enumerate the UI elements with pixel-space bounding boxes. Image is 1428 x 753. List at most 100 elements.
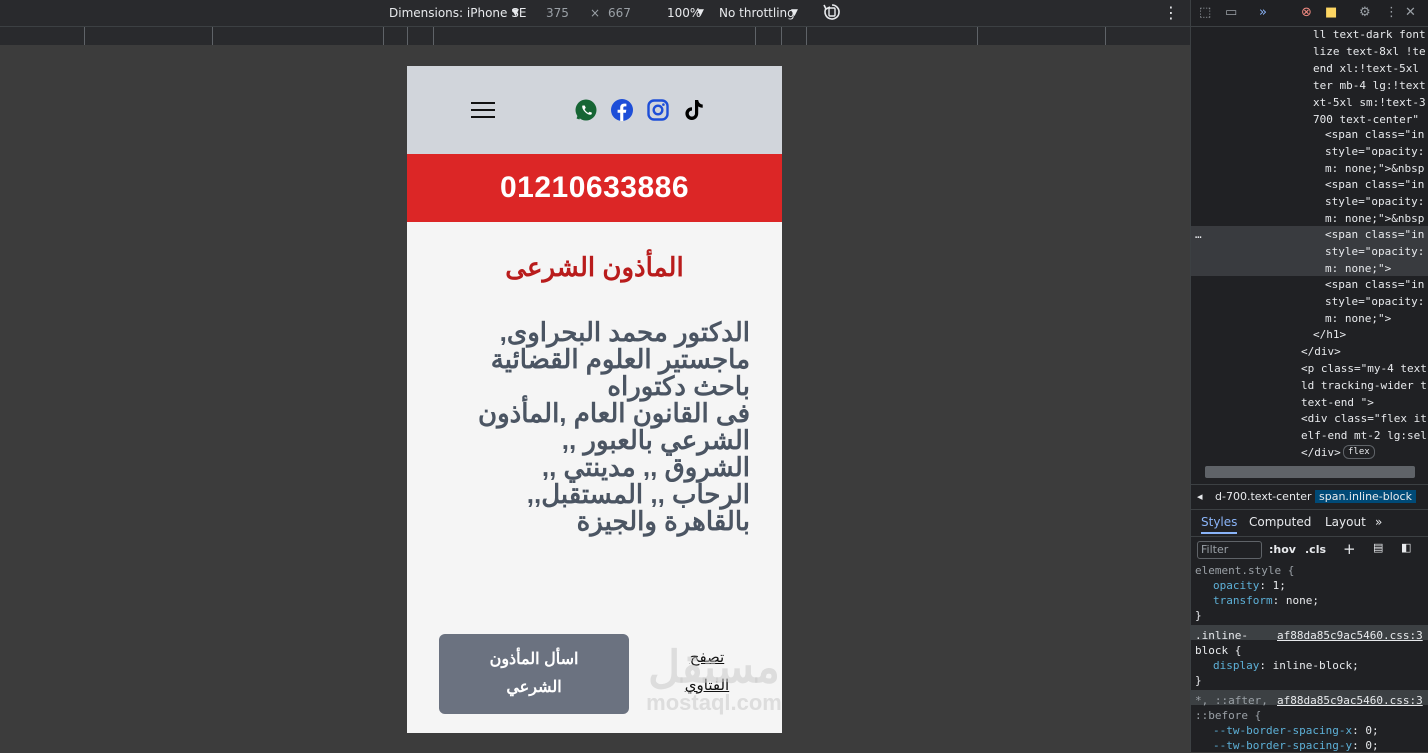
bio-line: ماجستير العلوم القضائية <box>490 344 750 374</box>
code-line: </h1> <box>1313 328 1347 341</box>
rule-selector: *, ::after, <box>1195 694 1268 707</box>
code-line: ld tracking-wider t <box>1301 379 1427 392</box>
code-line: <span class="in <box>1325 178 1425 191</box>
code-line: m: none;"> <box>1325 262 1392 275</box>
code-line: <span class="in <box>1325 228 1425 241</box>
rotate-icon[interactable] <box>822 2 842 25</box>
code-line: ll text-dark font <box>1313 28 1426 41</box>
device-viewport: 01210633886 المأذون الشرعى الدكتور محمد … <box>407 66 782 733</box>
watermark-latin: mostaql.com <box>646 690 782 715</box>
ask-button-line: الشرعي <box>506 679 562 696</box>
chevron-down-icon: ▼ <box>697 8 704 18</box>
code-line: elf-end mt-2 lg:sel <box>1301 429 1427 442</box>
code-line: ter mb-4 lg:!text <box>1313 79 1426 92</box>
devtools-panel: ⬚ ▭ » ⊗ ■ ⚙ ⋮ ✕ ll text-dark font lize t… <box>1190 0 1428 752</box>
flex-badge[interactable]: flex <box>1343 445 1375 459</box>
site-header <box>407 66 782 154</box>
code-line: xt-5xl sm:!text-3 <box>1313 96 1426 109</box>
rule-source-link[interactable]: af88da85c9ac5460.css:3 <box>1277 693 1423 708</box>
bio-line: فى القانون العام ,المأذون <box>477 398 750 428</box>
chevron-down-icon: ▼ <box>512 8 519 18</box>
styles-filter-bar: Filter :hov .cls + ▤ ◧ <box>1191 539 1428 563</box>
warning-count-icon[interactable]: ■ <box>1325 5 1337 20</box>
height-input[interactable]: 667 <box>608 6 631 20</box>
hover-state-toggle[interactable]: :hov <box>1269 543 1296 556</box>
code-line: style="opacity: <box>1325 145 1425 158</box>
rule-selector: block { <box>1195 644 1242 657</box>
code-line: <span class="in <box>1325 128 1425 141</box>
device-toggle-icon[interactable]: ▭ <box>1225 5 1237 20</box>
breadcrumb: ◂ d-700.text-center span.inline-block <box>1191 484 1428 510</box>
rule-close: } <box>1195 674 1202 687</box>
close-icon[interactable]: ✕ <box>1405 5 1416 20</box>
whatsapp-icon[interactable] <box>574 98 598 122</box>
styles-pane: element.style { opacity: 1; transform: n… <box>1191 563 1428 752</box>
bio-line: باحث دكتوراه <box>607 371 750 401</box>
more-options-icon[interactable]: ⋮ <box>1163 3 1179 22</box>
settings-icon[interactable]: ⚙ <box>1359 5 1371 20</box>
bio-line: الشروق ,, مدينتي ,, <box>541 452 750 482</box>
style-prop-row[interactable]: transform: none; <box>1213 593 1319 608</box>
code-line: style="opacity: <box>1325 245 1425 258</box>
class-toggle[interactable]: .cls <box>1305 543 1326 556</box>
code-line: text-end "> <box>1301 396 1374 409</box>
phone-number-banner[interactable]: 01210633886 <box>407 154 782 222</box>
kebab-menu-icon[interactable]: ⋮ <box>1385 5 1398 20</box>
more-tabs-icon[interactable]: » <box>1259 5 1267 20</box>
times-symbol: × <box>590 6 601 20</box>
code-line: end xl:!text-5xl <box>1313 62 1419 75</box>
bio-line: الرحاب ,, المستقبل,, <box>526 479 750 509</box>
ask-marriage-officiant-button[interactable]: اسأل المأذون الشرعي <box>439 634 629 714</box>
filter-input[interactable]: Filter <box>1197 541 1262 559</box>
device-dimensions-select[interactable]: Dimensions: iPhone SE <box>389 6 526 20</box>
mostaql-watermark: مستقل mostaql.com <box>628 646 800 716</box>
code-line: m: none;">&nbsp <box>1325 212 1425 225</box>
media-query-ruler <box>0 26 1190 46</box>
facebook-icon[interactable] <box>610 98 634 122</box>
ellipsis-icon[interactable]: … <box>1195 226 1202 243</box>
rule-selector: .inline- <box>1195 629 1248 642</box>
chevron-down-icon: ▼ <box>791 8 798 18</box>
sidebar-toggle-icon[interactable]: ◧ <box>1401 541 1411 554</box>
styles-tabs: Styles Computed Layout » <box>1191 510 1428 537</box>
code-line: style="opacity: <box>1325 195 1425 208</box>
instagram-icon[interactable] <box>646 98 670 122</box>
horizontal-scrollbar[interactable] <box>1205 466 1415 478</box>
style-prop-row[interactable]: --tw-border-spacing-x: 0; <box>1213 723 1379 738</box>
tiktok-icon[interactable] <box>682 98 706 122</box>
throttling-select[interactable]: No throttling <box>719 6 795 20</box>
chevron-left-icon[interactable]: ◂ <box>1197 490 1203 503</box>
breadcrumb-item-active[interactable]: span.inline-block <box>1315 490 1416 503</box>
style-prop-row[interactable]: display: inline-block; <box>1213 658 1359 673</box>
menu-icon[interactable] <box>471 102 495 118</box>
code-line: lize text-8xl !te <box>1313 45 1426 58</box>
rule-source-link[interactable]: af88da85c9ac5460.css:3 <box>1277 628 1423 643</box>
width-input[interactable]: 375 <box>546 6 569 20</box>
watermark-arabic: مستقل <box>648 643 780 692</box>
bio-line: بالقاهرة والجيزة <box>576 506 750 536</box>
elements-tree[interactable]: ll text-dark font lize text-8xl !te end … <box>1191 26 1428 466</box>
style-prop-row[interactable]: opacity: 1; <box>1213 578 1286 593</box>
rule-close: } <box>1195 609 1202 622</box>
bio-text: الدكتور محمد البحراوى, ماجستير العلوم ال… <box>439 319 750 535</box>
inspect-element-icon[interactable]: ⬚ <box>1199 5 1211 20</box>
tab-computed[interactable]: Computed <box>1249 515 1311 529</box>
phone-number[interactable]: 01210633886 <box>500 171 689 204</box>
error-count-icon[interactable]: ⊗ <box>1301 5 1312 20</box>
code-line: </div> <box>1301 345 1341 358</box>
code-line: m: none;"> <box>1325 312 1392 325</box>
code-line: style="opacity: <box>1325 295 1425 308</box>
more-tabs-icon[interactable]: » <box>1375 515 1382 529</box>
element-style-selector: element.style { <box>1195 564 1295 577</box>
rule-selector: ::before { <box>1195 709 1262 722</box>
bio-line: الشرعي بالعبور ,, <box>561 425 750 455</box>
device-toolbar: Dimensions: iPhone SE ▼ 375 × 667 100% ▼… <box>0 0 1190 26</box>
breadcrumb-item[interactable]: d-700.text-center <box>1215 490 1312 503</box>
style-prop-row[interactable]: --tw-border-spacing-y: 0; <box>1213 738 1379 753</box>
bio-line: الدكتور محمد البحراوى, <box>499 317 750 347</box>
tab-layout[interactable]: Layout <box>1325 515 1366 529</box>
add-rule-icon[interactable]: + <box>1343 540 1356 558</box>
paint-icon[interactable]: ▤ <box>1373 541 1383 554</box>
tab-styles[interactable]: Styles <box>1201 515 1238 534</box>
code-line: m: none;">&nbsp <box>1325 162 1425 175</box>
